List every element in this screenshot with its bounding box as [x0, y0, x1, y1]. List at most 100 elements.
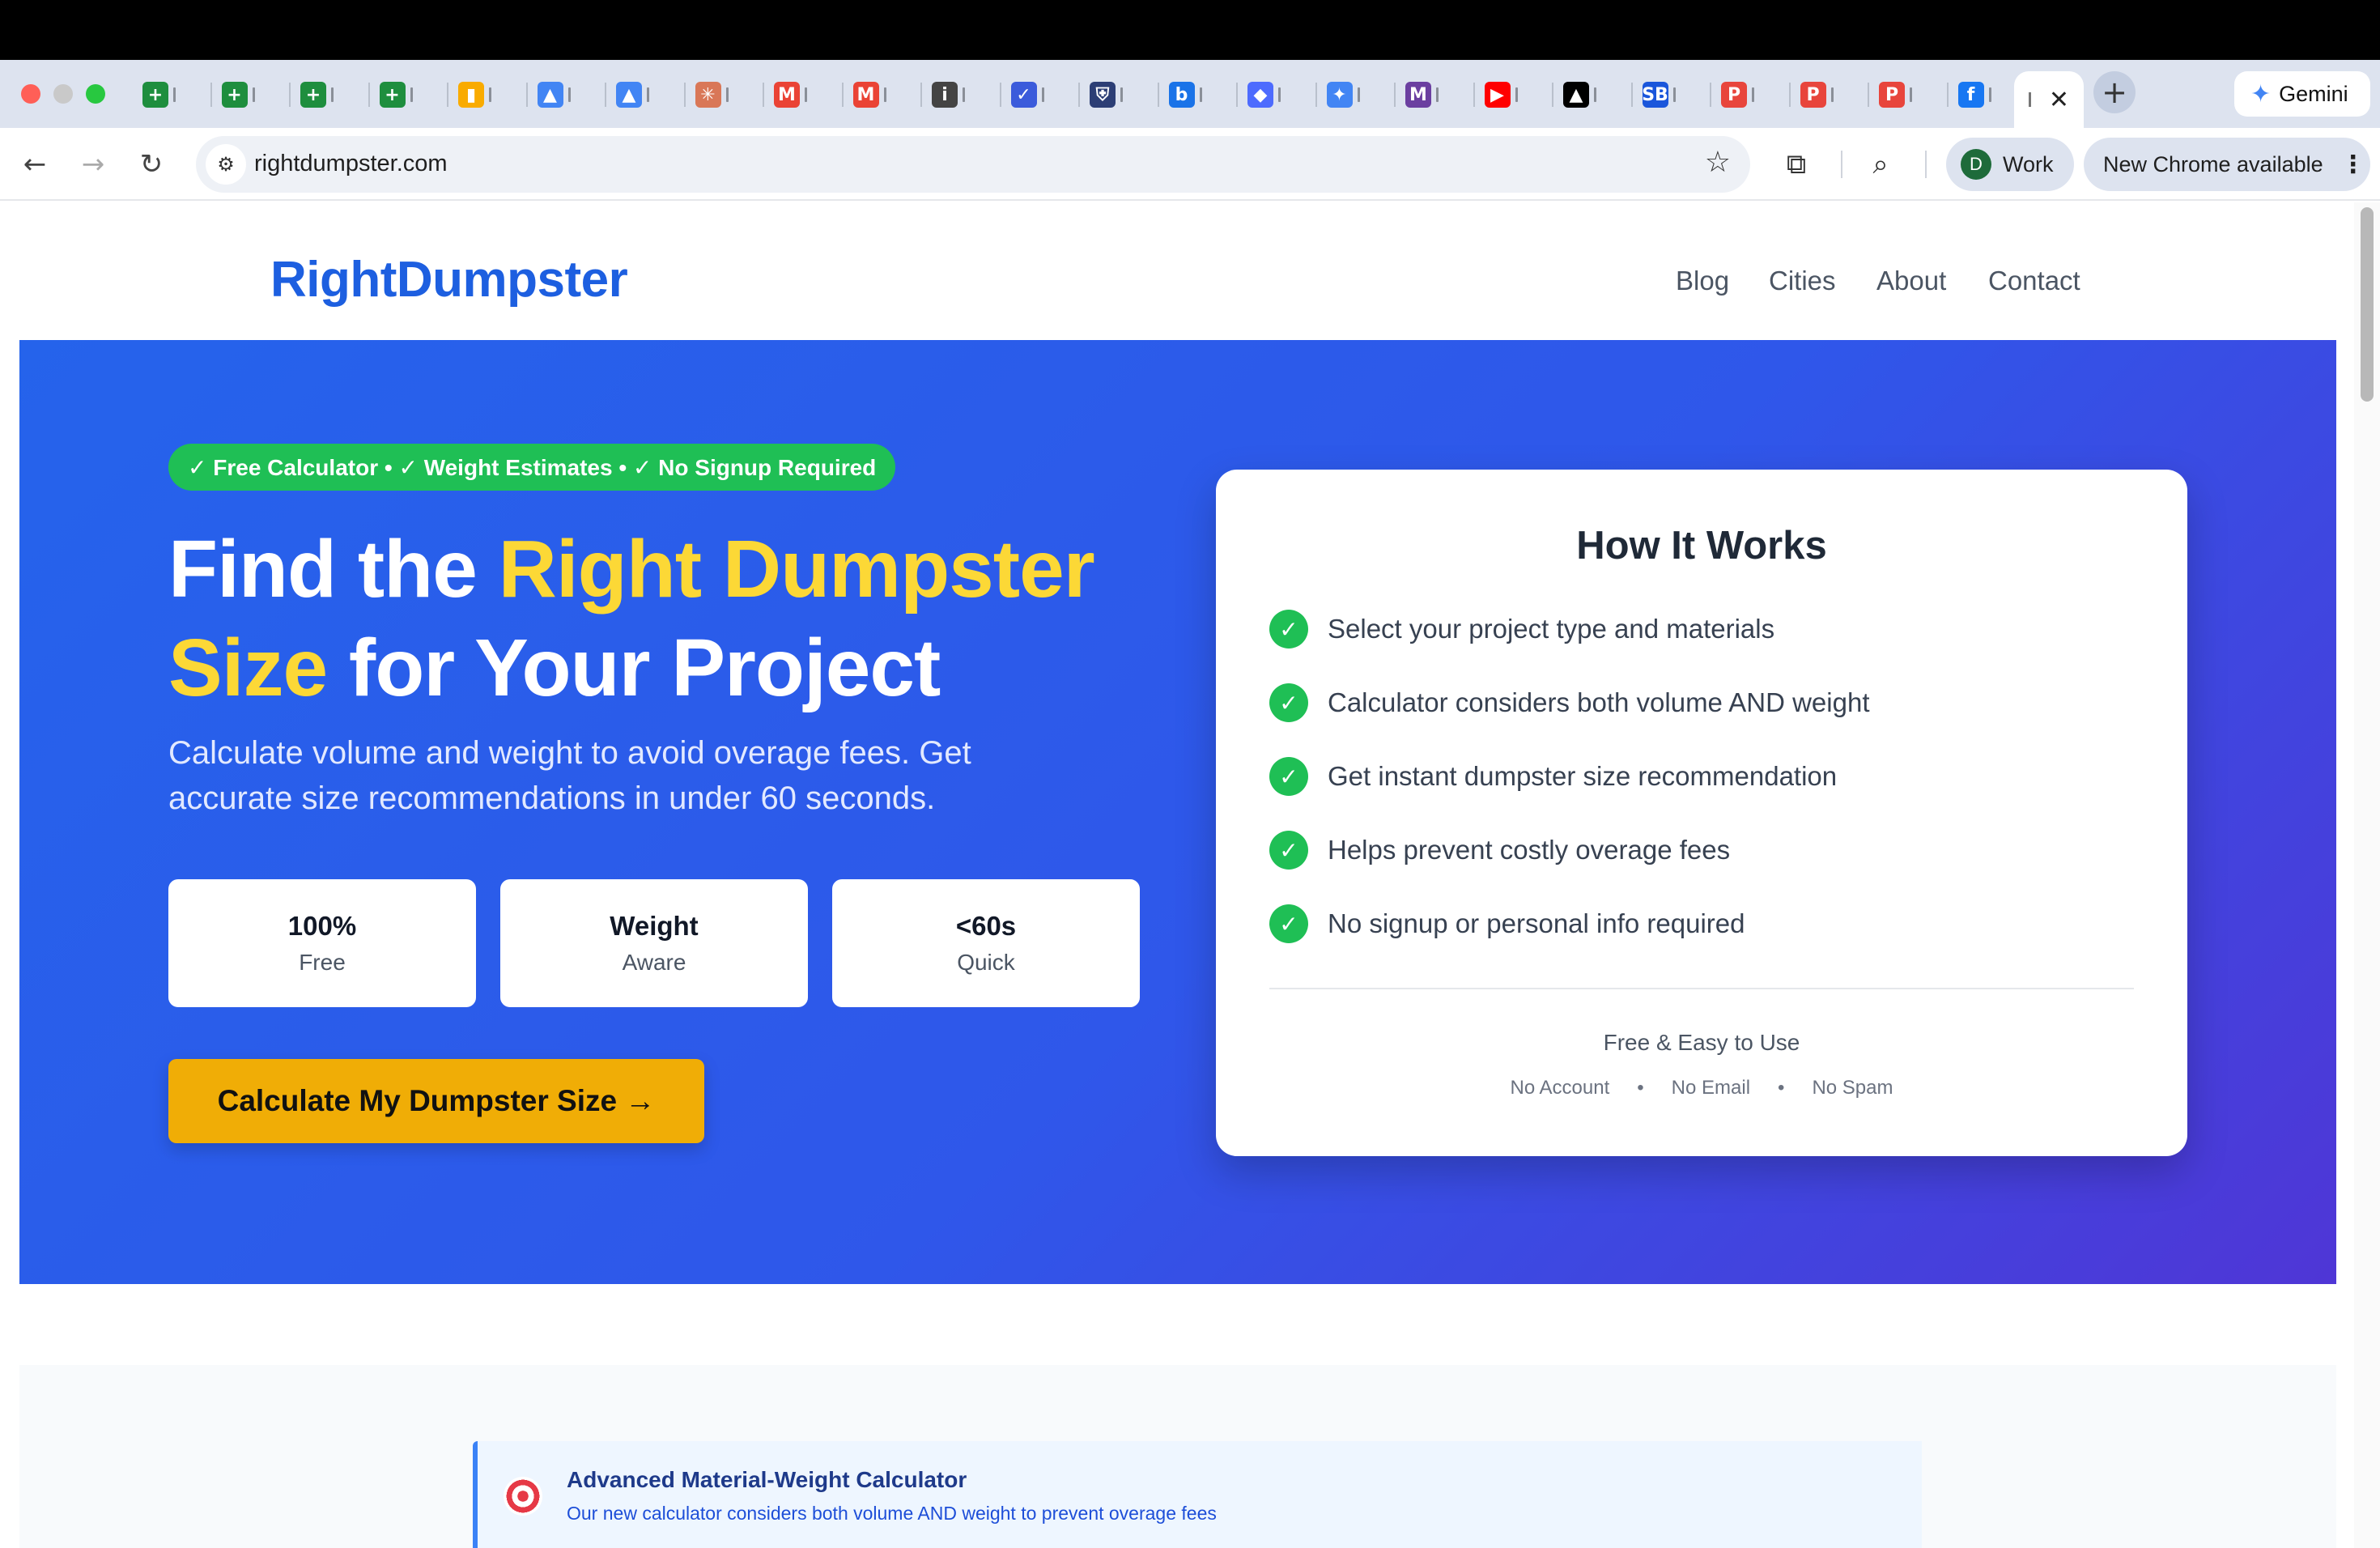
more-menu-icon[interactable]: ⋮ [2341, 151, 2365, 179]
gmail-icon: M [852, 82, 879, 108]
tab-separator [1630, 83, 1633, 107]
sheets-icon: + [221, 82, 248, 108]
calculate-size-button[interactable]: Calculate My Dumpster Size → [168, 1059, 704, 1143]
avatar: D [1961, 149, 1991, 180]
ads-icon: ▲ [537, 82, 563, 108]
forward-arrow-icon[interactable]: → [74, 146, 112, 183]
no-spam-label: No Spam [1812, 1077, 1893, 1099]
tab-separator [447, 83, 448, 107]
browser-tab[interactable]: M [767, 74, 839, 115]
nav-link-blog[interactable]: Blog [1676, 266, 1729, 296]
check-icon: ✓ [1269, 904, 1308, 943]
browser-tab[interactable]: + [294, 74, 365, 115]
browser-tab[interactable]: ✦ [1320, 74, 1392, 115]
update-label: New Chrome available [2103, 151, 2323, 176]
tab-title-fragment [2028, 92, 2031, 107]
browser-tab[interactable]: ▮ [452, 74, 523, 115]
reload-icon[interactable]: ↻ [133, 146, 170, 183]
tab-search-icon[interactable]: ⌕ [1860, 144, 1901, 185]
browser-tab[interactable]: ▶ [1478, 74, 1549, 115]
tab-title-fragment [1357, 87, 1360, 102]
browser-tab[interactable]: M [847, 74, 918, 115]
gemini-button[interactable]: ✦ Gemini [2234, 71, 2370, 117]
p-icon: P [1800, 82, 1826, 108]
browser-tab[interactable]: P [1715, 74, 1786, 115]
claude-icon: ✳ [695, 82, 721, 108]
toolbar-divider [1925, 151, 1927, 178]
nav-link-cities[interactable]: Cities [1769, 266, 1836, 296]
tabs-row: + + + + ▮ ▲ ▲ ✳ M Mi ✓ ⛨ b ◆ ✦ M ▶ ▲ SB P P Pf [136, 60, 1998, 128]
browser-tab[interactable]: ▲ [610, 74, 681, 115]
extensions-icon[interactable]: ⧉ [1776, 144, 1817, 185]
browser-tab[interactable]: ◆ [1241, 74, 1312, 115]
browser-tab[interactable]: f [1952, 74, 2023, 115]
browser-tab[interactable]: ▲ [531, 74, 602, 115]
bookmark-star-icon[interactable]: ☆ [1705, 146, 1731, 179]
back-arrow-icon[interactable]: ← [16, 146, 53, 183]
browser-tab[interactable]: + [373, 74, 444, 115]
browser-tab[interactable]: P [1872, 74, 1944, 115]
tab-title-fragment [1988, 87, 1991, 102]
shield-icon: ⛨ [1090, 82, 1116, 108]
tab-separator [1473, 83, 1475, 107]
stat-label: Free [299, 950, 346, 975]
site-logo[interactable]: RightDumpster [270, 251, 628, 308]
tab-separator [1552, 83, 1553, 107]
hero-subtitle: Calculate volume and weight to avoid ove… [168, 735, 971, 816]
page-scrollbar-thumb[interactable] [2361, 207, 2374, 402]
browser-tab[interactable]: M [1399, 74, 1470, 115]
page-scrollbar-track[interactable] [2354, 202, 2380, 1548]
list-item: ✓ No signup or personal info required [1269, 904, 1745, 944]
nav-link-about[interactable]: About [1876, 266, 1946, 296]
browser-tab[interactable]: i [925, 74, 997, 115]
list-item: ✓ Get instant dumpster size recommendati… [1269, 756, 1837, 797]
tab-title-fragment [963, 87, 965, 102]
tab-title-fragment [1278, 87, 1281, 102]
close-tab-icon[interactable]: ✕ [2049, 86, 2069, 114]
nav-link-contact[interactable]: Contact [1988, 266, 2080, 296]
browser-tab[interactable]: P [1794, 74, 1865, 115]
hero-section: ✓ Free Calculator • ✓ Weight Estimates •… [19, 340, 2336, 1284]
browser-tab[interactable]: ⛨ [1083, 74, 1154, 115]
sheets-icon: + [379, 82, 406, 108]
browser-tab[interactable]: ✳ [689, 74, 760, 115]
tab-separator [1788, 83, 1791, 107]
maximize-window-button[interactable] [86, 84, 105, 104]
tab-separator [1394, 83, 1396, 107]
calculator-section: Advanced Material-Weight Calculator Our … [19, 1365, 2336, 1548]
browser-tab[interactable]: + [136, 74, 207, 115]
tab-title-fragment [1752, 87, 1754, 102]
stat-value: 100% [287, 911, 357, 941]
list-item-text: Helps prevent costly overage fees [1328, 835, 1731, 865]
address-bar[interactable]: ⚙ rightdumpster.com ☆ [196, 136, 1750, 193]
tab-title-fragment [331, 87, 334, 102]
browser-tab[interactable]: SB [1636, 74, 1707, 115]
no-email-label: No Email [1671, 1077, 1751, 1099]
browser-tab[interactable]: ✓ [1005, 74, 1076, 115]
browser-tab[interactable]: + [215, 74, 287, 115]
separator-dot: • [1637, 1077, 1644, 1099]
gemini-icon: ✦ [2250, 79, 2272, 108]
new-tab-button[interactable]: + [2093, 71, 2136, 113]
profile-button[interactable]: D Work [1946, 138, 2074, 191]
url-text[interactable]: rightdumpster.com [254, 151, 448, 177]
tab-separator [210, 83, 212, 107]
site-info-icon[interactable]: ⚙ [206, 144, 246, 185]
gemini-icon: ✦ [1326, 82, 1353, 108]
tab-separator [683, 83, 686, 107]
browser-tab[interactable]: b [1162, 74, 1234, 115]
tab-title-fragment [252, 87, 255, 102]
close-window-button[interactable] [21, 84, 40, 104]
browser-tab[interactable]: ▲ [1557, 74, 1628, 115]
ads-icon: ▲ [616, 82, 642, 108]
active-tab[interactable]: ✕ [2014, 71, 2084, 128]
tab-separator [1315, 83, 1317, 107]
deepseek-icon: ◆ [1247, 82, 1273, 108]
minimize-window-button[interactable] [53, 84, 73, 104]
tab-title-fragment [647, 87, 649, 102]
tab-strip: + + + + ▮ ▲ ▲ ✳ M Mi ✓ ⛨ b ◆ ✦ M ▶ ▲ SB P P Pf ✕ + ✦ Gemini [0, 60, 2380, 128]
stat-card-free: 100% Free [168, 879, 476, 1007]
update-chrome-button[interactable]: New Chrome available ⋮ [2084, 138, 2370, 191]
tab-title-fragment [1120, 87, 1123, 102]
tab-title-fragment [1594, 87, 1596, 102]
